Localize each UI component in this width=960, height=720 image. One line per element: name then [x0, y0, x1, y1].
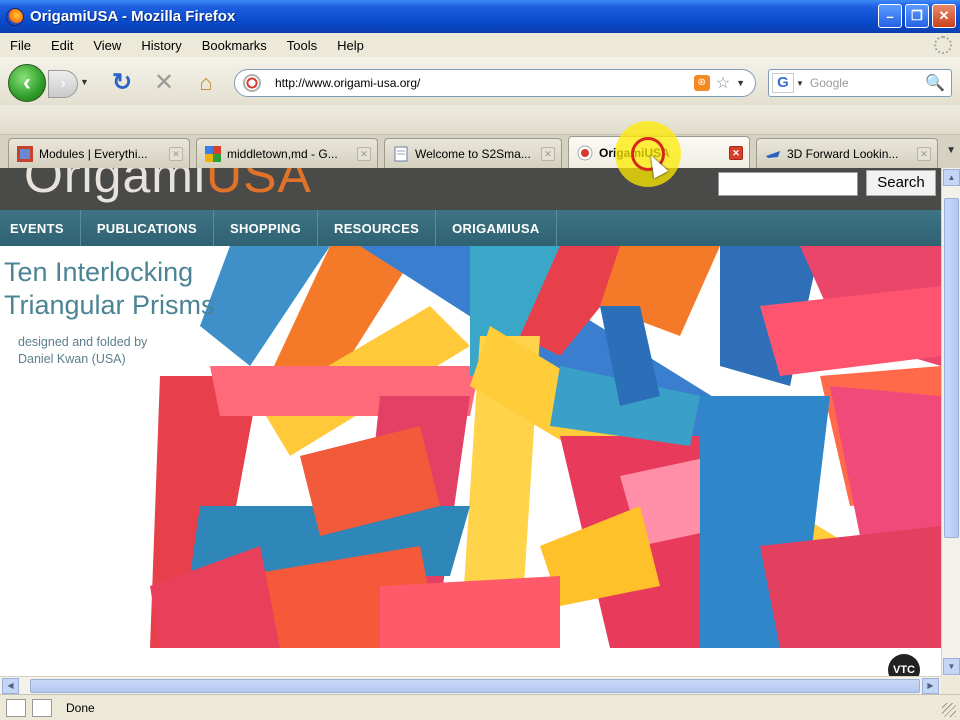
- vertical-scroll-thumb[interactable]: [944, 198, 959, 538]
- vertical-scrollbar[interactable]: ▲ ▼: [941, 168, 960, 676]
- search-icon[interactable]: 🔍: [925, 73, 945, 93]
- tab-3d-forward[interactable]: 3D Forward Lookin... ✕: [756, 138, 938, 168]
- menu-view[interactable]: View: [93, 38, 121, 53]
- bookmark-star-icon[interactable]: ☆: [716, 73, 730, 93]
- horizontal-scroll-thumb[interactable]: [30, 679, 920, 693]
- navigation-toolbar: ‹ › ▼ ↻ ✕ ⌂ http://www.origami-usa.org/ …: [0, 57, 960, 105]
- hero-credit-line1: designed and folded by: [18, 335, 148, 349]
- scroll-up-icon[interactable]: ▲: [943, 169, 960, 186]
- window-titlebar: OrigamiUSA - Mozilla Firefox – ❐ ✕: [0, 0, 960, 33]
- site-identity-icon[interactable]: [243, 74, 261, 92]
- bookmarks-toolbar: [0, 105, 960, 135]
- tab-label: Welcome to S2Sma...: [415, 146, 531, 161]
- stop-button[interactable]: ✕: [150, 69, 178, 97]
- status-text: Done: [66, 700, 95, 715]
- menu-bookmarks[interactable]: Bookmarks: [202, 38, 267, 53]
- site-nav: EVENTS PUBLICATIONS SHOPPING RESOURCES O…: [0, 210, 941, 246]
- url-input[interactable]: http://www.origami-usa.org/: [275, 76, 694, 90]
- window-controls: – ❐ ✕: [878, 4, 956, 28]
- site-header: OrigamiUSA Search: [0, 168, 941, 210]
- tab-modules[interactable]: Modules | Everythi... ✕: [8, 138, 190, 168]
- close-tab-icon[interactable]: ✕: [357, 146, 371, 161]
- throbber-icon: [934, 36, 952, 54]
- status-feed-icon: [32, 698, 52, 717]
- forward-button[interactable]: ›: [48, 70, 78, 98]
- google-engine-icon[interactable]: G: [772, 73, 794, 93]
- search-engine-dropdown-icon[interactable]: ▼: [796, 79, 804, 88]
- back-button[interactable]: ‹: [8, 64, 46, 102]
- 3d-favicon: [766, 150, 780, 158]
- search-bar[interactable]: G ▼ Google 🔍: [768, 69, 952, 97]
- tab-bar: Modules | Everythi... ✕ middletown,md - …: [0, 135, 960, 168]
- site-search-input[interactable]: [718, 172, 858, 196]
- nav-shopping[interactable]: SHOPPING: [214, 210, 318, 246]
- status-bar: Done: [0, 694, 960, 720]
- close-tab-icon[interactable]: ✕: [917, 146, 931, 161]
- menu-tools[interactable]: Tools: [287, 38, 317, 53]
- home-button[interactable]: ⌂: [192, 69, 220, 97]
- firefox-icon: [6, 7, 24, 26]
- scroll-down-icon[interactable]: ▼: [943, 658, 960, 675]
- google-maps-favicon: [205, 145, 221, 162]
- url-dropdown-icon[interactable]: ▼: [736, 78, 745, 88]
- scroll-right-icon[interactable]: ▶: [922, 678, 939, 694]
- hero-banner[interactable]: Ten Interlocking Triangular Prisms desig…: [0, 246, 941, 648]
- hero-title: Ten Interlocking Triangular Prisms: [4, 256, 215, 322]
- site-search-button[interactable]: Search: [866, 170, 936, 196]
- status-page-icon: [6, 698, 26, 717]
- nav-publications[interactable]: PUBLICATIONS: [81, 210, 214, 246]
- close-tab-icon[interactable]: ✕: [729, 145, 743, 160]
- nav-resources[interactable]: RESOURCES: [318, 210, 437, 246]
- nav-origamiusa[interactable]: ORIGAMIUSA: [436, 210, 557, 246]
- hero-credit-line2: Daniel Kwan (USA): [18, 352, 126, 366]
- page-favicon: [394, 146, 408, 161]
- minimize-button[interactable]: –: [878, 4, 902, 28]
- close-window-button[interactable]: ✕: [932, 4, 956, 28]
- close-tab-icon[interactable]: ✕: [541, 146, 555, 161]
- menu-edit[interactable]: Edit: [51, 38, 73, 53]
- history-dropdown-icon[interactable]: ▼: [80, 77, 89, 87]
- tab-google-maps[interactable]: middletown,md - G... ✕: [196, 138, 378, 168]
- menu-file[interactable]: File: [10, 38, 31, 53]
- address-bar[interactable]: http://www.origami-usa.org/ ⊛ ☆ ▼: [234, 69, 756, 97]
- reload-button[interactable]: ↻: [108, 69, 136, 97]
- logo-usa: USA: [206, 168, 312, 203]
- tab-s2smart[interactable]: Welcome to S2Sma... ✕: [384, 138, 562, 168]
- menu-help[interactable]: Help: [337, 38, 364, 53]
- page-bottom-area: [0, 648, 941, 676]
- search-input[interactable]: Google: [810, 76, 925, 90]
- rss-feed-icon[interactable]: ⊛: [693, 75, 710, 91]
- tab-label: Modules | Everythi...: [39, 146, 148, 161]
- web-page: OrigamiUSA Search EVENTS PUBLICATIONS SH…: [0, 168, 941, 676]
- horizontal-scrollbar[interactable]: ◀ ▶: [0, 676, 941, 694]
- resize-grip-icon[interactable]: [942, 703, 956, 717]
- tab-label: middletown,md - G...: [227, 146, 338, 161]
- close-tab-icon[interactable]: ✕: [169, 146, 183, 161]
- origamiusa-favicon: [577, 145, 593, 160]
- logo-origami: Origami: [24, 168, 207, 203]
- window-title: OrigamiUSA - Mozilla Firefox: [30, 8, 236, 25]
- modules-favicon: [17, 145, 33, 162]
- menu-bar: File Edit View History Bookmarks Tools H…: [0, 33, 960, 57]
- hero-title-line1: Ten Interlocking: [4, 257, 194, 287]
- tab-label: 3D Forward Lookin...: [787, 146, 899, 161]
- hero-title-line2: Triangular Prisms: [4, 290, 215, 320]
- maximize-button[interactable]: ❐: [905, 4, 929, 28]
- scroll-left-icon[interactable]: ◀: [2, 678, 19, 694]
- menu-history[interactable]: History: [141, 38, 181, 53]
- nav-events[interactable]: EVENTS: [0, 210, 81, 246]
- tab-list-dropdown-icon[interactable]: ▼: [946, 145, 956, 156]
- hero-credit: designed and folded by Daniel Kwan (USA): [18, 334, 147, 368]
- site-logo[interactable]: OrigamiUSA: [24, 168, 312, 204]
